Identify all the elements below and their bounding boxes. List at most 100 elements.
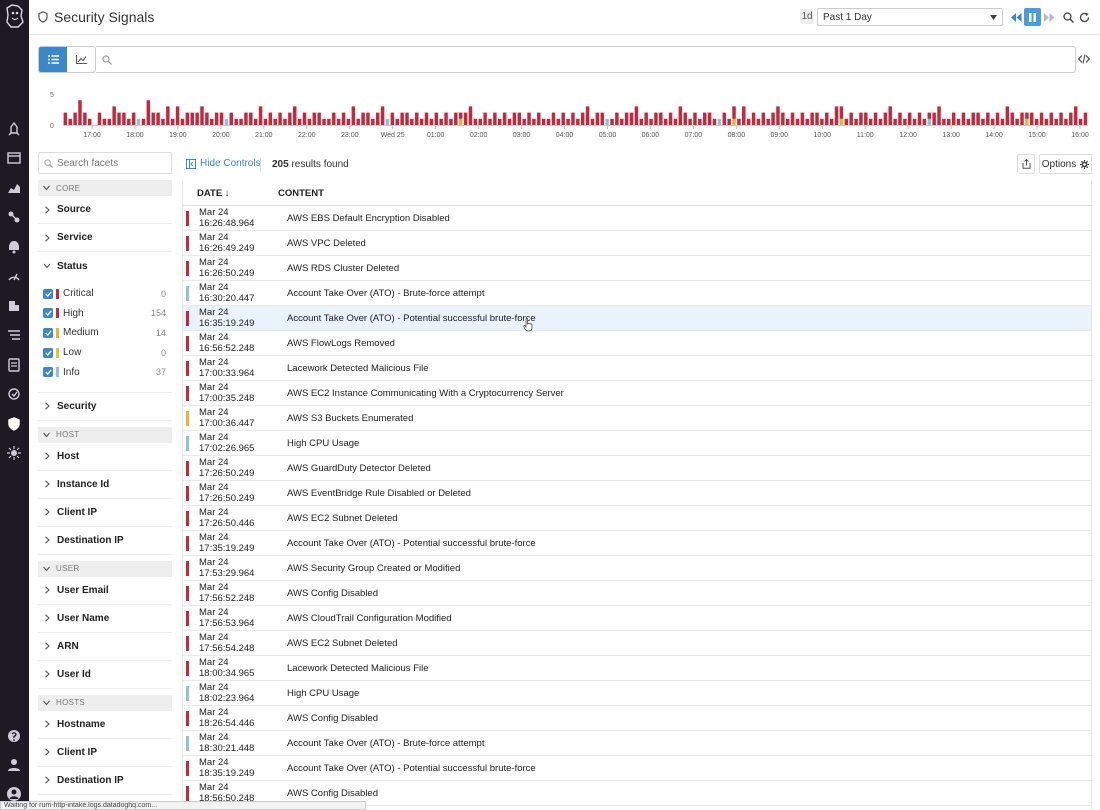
apm-icon[interactable] bbox=[6, 268, 22, 284]
table-row[interactable]: Mar 24 17:56:54.248 AWS EC2 Subnet Delete… bbox=[183, 631, 1091, 656]
time-range-select[interactable]: Past 1 Day bbox=[817, 8, 1003, 26]
facet-item[interactable]: Status bbox=[38, 252, 172, 280]
step-back-button[interactable] bbox=[1010, 8, 1022, 26]
table-row[interactable]: Mar 24 17:00:33.964 Lacework Detected Mal… bbox=[183, 356, 1091, 381]
facet-item[interactable]: Client IP bbox=[38, 739, 172, 767]
facet-item[interactable]: User Name bbox=[38, 605, 172, 633]
table-row[interactable]: Mar 24 17:26:50.249 AWS EventBridge Rule … bbox=[183, 481, 1091, 506]
table-row[interactable]: Mar 24 18:00:34.965 Lacework Detected Mal… bbox=[183, 656, 1091, 681]
checkbox[interactable] bbox=[43, 308, 53, 319]
export-button[interactable] bbox=[1017, 154, 1035, 174]
histogram-bar-high bbox=[488, 118, 492, 125]
facet-value-row[interactable]: High 154 bbox=[43, 304, 172, 324]
rum-icon[interactable] bbox=[6, 386, 22, 402]
histogram-bar-high bbox=[834, 106, 839, 125]
signals-histogram[interactable]: 5 0 17:00 18:00 19:00 20:00 21:00 22:00 23:00 Wed… bbox=[30, 84, 1092, 144]
code-icon[interactable] bbox=[1078, 53, 1090, 65]
user-avatar-icon[interactable] bbox=[6, 786, 22, 802]
facet-item[interactable]: Destination IP bbox=[38, 767, 172, 795]
facet-value-row[interactable]: Critical 0 bbox=[43, 284, 172, 304]
histogram-bar-high bbox=[976, 112, 980, 125]
histogram-bar-high bbox=[390, 112, 395, 125]
x-tick-label: 06:00 bbox=[642, 132, 660, 139]
table-row[interactable]: Mar 24 17:56:52.248 AWS Config Disabled bbox=[183, 581, 1091, 606]
table-row[interactable]: Mar 24 16:30:20.447 Account Take Over (AT… bbox=[183, 281, 1091, 306]
table-row[interactable]: Mar 24 17:26:50.446 AWS EC2 Subnet Delete… bbox=[183, 506, 1091, 531]
facet-item[interactable]: ARN bbox=[38, 633, 172, 661]
synthetics-icon[interactable] bbox=[6, 445, 22, 461]
facet-item[interactable]: Destination IP bbox=[38, 527, 172, 555]
checkbox[interactable] bbox=[43, 288, 53, 299]
options-button[interactable]: Options bbox=[1039, 154, 1092, 174]
facet-section-header[interactable]: HOSTS bbox=[38, 694, 172, 711]
table-row[interactable]: Mar 24 17:35:19.249 Account Take Over (AT… bbox=[183, 531, 1091, 556]
zoom-out-button[interactable] bbox=[1061, 8, 1075, 26]
facet-item[interactable]: Security bbox=[38, 393, 172, 421]
help-icon[interactable] bbox=[6, 728, 22, 744]
monitors-icon[interactable] bbox=[6, 239, 22, 255]
table-row[interactable]: Mar 24 18:35:19.249 Account Take Over (AT… bbox=[183, 756, 1091, 781]
hide-controls-button[interactable]: Hide Controls bbox=[186, 158, 261, 169]
logs-icon[interactable] bbox=[6, 327, 22, 343]
facet-item[interactable]: Service bbox=[38, 224, 172, 252]
table-row[interactable]: Mar 24 17:00:35.248 AWS EC2 Instance Comm… bbox=[183, 381, 1091, 406]
metrics-icon[interactable] bbox=[6, 180, 22, 196]
security-signals-shield-icon[interactable] bbox=[6, 416, 22, 432]
step-forward-button[interactable] bbox=[1043, 8, 1055, 26]
security-icon-nav[interactable] bbox=[6, 357, 22, 373]
table-row[interactable]: Mar 24 17:56:53.964 AWS CloudTrail Config… bbox=[183, 606, 1091, 631]
column-header-date[interactable]: DATE ↓ bbox=[183, 188, 264, 199]
facet-item[interactable]: Hostname bbox=[38, 711, 172, 739]
table-row[interactable]: Mar 24 16:26:50.249 AWS RDS Cluster Delet… bbox=[183, 256, 1091, 281]
pause-button[interactable] bbox=[1024, 8, 1041, 26]
timeseries-view-button[interactable] bbox=[67, 47, 95, 72]
facet-item[interactable]: User Email bbox=[38, 577, 172, 605]
table-row[interactable]: Mar 24 17:02:26.965 High CPU Usage bbox=[183, 431, 1091, 456]
rocket-icon[interactable] bbox=[6, 121, 22, 137]
table-row[interactable]: Mar 24 17:26:50.249 AWS GuardDuty Detecto… bbox=[183, 456, 1091, 481]
chevron-down-icon bbox=[43, 185, 50, 191]
histogram-bar-high bbox=[917, 112, 922, 125]
x-tick-label: 13:00 bbox=[942, 132, 960, 139]
facet-value-row[interactable]: Info 37 bbox=[43, 362, 172, 382]
checkbox[interactable] bbox=[43, 347, 53, 358]
list-view-button[interactable] bbox=[39, 47, 67, 72]
facet-section-header[interactable]: HOST bbox=[38, 426, 172, 443]
table-row[interactable]: Mar 24 16:35:19.249 Account Take Over (AT… bbox=[183, 306, 1091, 331]
table-row[interactable]: Mar 24 18:26:54.446 AWS Config Disabled bbox=[183, 706, 1091, 731]
facet-search[interactable] bbox=[38, 152, 172, 174]
table-row[interactable]: Mar 24 16:56:52.248 AWS FlowLogs Removed bbox=[183, 331, 1091, 356]
team-icon[interactable] bbox=[6, 757, 22, 773]
search-bar[interactable] bbox=[96, 46, 1076, 73]
checkbox[interactable] bbox=[43, 367, 53, 378]
table-row[interactable]: Mar 24 18:30:21.448 Account Take Over (AT… bbox=[183, 731, 1091, 756]
facet-section-header[interactable]: USER bbox=[38, 560, 172, 577]
refresh-button[interactable] bbox=[1077, 8, 1091, 26]
chevron-down-icon bbox=[43, 700, 50, 706]
facet-section-header[interactable]: CORE bbox=[38, 180, 172, 196]
dashboard-icon[interactable] bbox=[6, 150, 22, 166]
facet-value-row[interactable]: Low 0 bbox=[43, 343, 172, 363]
histogram-bar-high bbox=[439, 118, 443, 125]
table-row[interactable]: Mar 24 18:02:23.964 High CPU Usage bbox=[183, 681, 1091, 706]
table-row[interactable]: Mar 24 16:26:49.249 AWS VPC Deleted bbox=[183, 231, 1091, 256]
table-row[interactable]: Mar 24 17:00:36.447 AWS S3 Buckets Enumer… bbox=[183, 406, 1091, 431]
integrations-icon[interactable] bbox=[6, 209, 22, 225]
notebook-icon[interactable] bbox=[6, 298, 22, 314]
facet-item[interactable]: Host bbox=[38, 443, 172, 471]
time-range-badge[interactable]: 1d bbox=[800, 9, 814, 24]
histogram-bar-high bbox=[297, 118, 302, 125]
facet-item[interactable]: Source bbox=[38, 196, 172, 224]
facet-item[interactable]: User Id bbox=[38, 661, 172, 689]
facet-item[interactable]: Client IP bbox=[38, 499, 172, 527]
search-input[interactable] bbox=[116, 53, 1075, 66]
facet-search-input[interactable] bbox=[57, 157, 157, 169]
checkbox[interactable] bbox=[43, 327, 53, 338]
facet-item[interactable]: Instance Id bbox=[38, 471, 172, 499]
column-header-content[interactable]: CONTENT bbox=[264, 188, 324, 199]
table-row[interactable]: Mar 24 16:26:48.964 AWS EBS Default Encry… bbox=[183, 206, 1091, 231]
table-row[interactable]: Mar 24 17:53:29.964 AWS Security Group Cr… bbox=[183, 556, 1091, 581]
datadog-logo-icon[interactable] bbox=[4, 3, 25, 29]
results-count-number: 205 bbox=[272, 159, 289, 170]
facet-value-row[interactable]: Medium 14 bbox=[43, 323, 172, 343]
